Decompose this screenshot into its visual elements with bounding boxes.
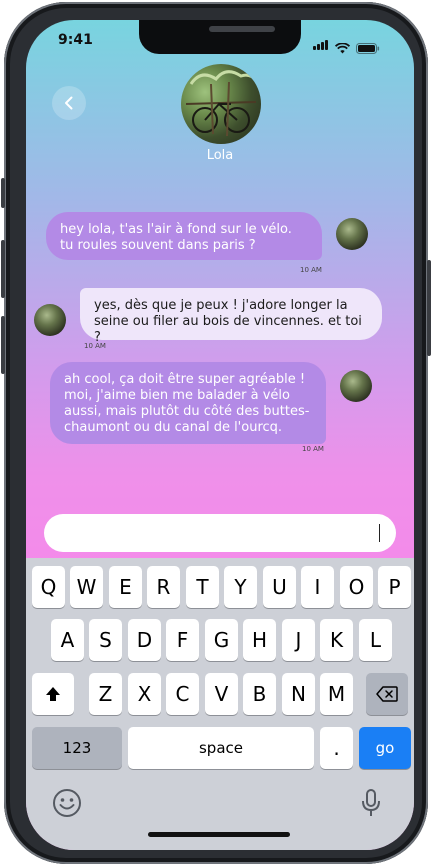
key-y[interactable]: Y — [224, 566, 257, 608]
emoji-button[interactable] — [52, 788, 82, 818]
period-key[interactable]: . — [320, 727, 353, 769]
space-key[interactable]: space — [128, 727, 314, 769]
key-o[interactable]: O — [340, 566, 373, 608]
text-caret — [379, 524, 380, 542]
side-button-volume-up — [1, 240, 5, 298]
battery-icon — [356, 43, 380, 54]
key-k[interactable]: K — [320, 619, 353, 661]
home-indicator[interactable] — [148, 832, 290, 837]
key-i[interactable]: I — [301, 566, 334, 608]
side-button-mute — [1, 178, 5, 208]
key-j[interactable]: J — [282, 619, 315, 661]
key-g[interactable]: G — [205, 619, 238, 661]
emoji-icon — [53, 789, 81, 817]
avatar — [336, 218, 368, 250]
key-m[interactable]: M — [320, 673, 353, 715]
avatar — [340, 370, 372, 402]
contact-avatar[interactable] — [181, 64, 261, 144]
contact-name: Lola — [206, 148, 234, 163]
message-text: hey lola, t'as l'air à fond sur le vélo.… — [60, 222, 292, 253]
signal-icon — [313, 35, 329, 54]
message-bubble-outgoing[interactable]: ah cool, ça doit être super agréable ! m… — [50, 362, 326, 444]
microphone-icon — [362, 789, 380, 816]
key-h[interactable]: H — [243, 619, 276, 661]
status-icons — [313, 35, 380, 54]
chevron-left-icon — [65, 96, 73, 110]
key-e[interactable]: E — [109, 566, 142, 608]
shift-icon — [46, 687, 60, 701]
delete-key[interactable] — [366, 673, 408, 715]
message-bubble-outgoing[interactable]: hey lola, t'as l'air à fond sur le vélo.… — [46, 212, 322, 260]
message-timestamp: 10 AM — [302, 445, 324, 453]
key-x[interactable]: X — [128, 673, 161, 715]
message-text: yes, dès que je peux ! j'adore longer la… — [94, 298, 362, 345]
avatar — [34, 304, 66, 336]
key-d[interactable]: D — [128, 619, 161, 661]
shift-key[interactable] — [32, 673, 74, 715]
side-button-power — [427, 260, 431, 356]
bicycle-photo — [185, 70, 261, 137]
speaker — [209, 26, 275, 32]
key-f[interactable]: F — [166, 619, 199, 661]
message-timestamp: 10 AM — [84, 342, 106, 350]
key-n[interactable]: N — [282, 673, 315, 715]
backspace-icon — [376, 686, 398, 702]
key-v[interactable]: V — [205, 673, 238, 715]
message-input[interactable] — [44, 514, 396, 552]
dictation-button[interactable] — [360, 788, 382, 818]
key-u[interactable]: U — [263, 566, 296, 608]
wifi-icon — [335, 43, 350, 54]
phone-frame: 9:41 Lola hey lola, t'as l'air à fond su… — [1, 2, 431, 864]
key-t[interactable]: T — [186, 566, 219, 608]
key-z[interactable]: Z — [89, 673, 122, 715]
side-button-volume-down — [1, 316, 5, 374]
back-button[interactable] — [52, 86, 86, 120]
key-c[interactable]: C — [166, 673, 199, 715]
key-b[interactable]: B — [243, 673, 276, 715]
go-key[interactable]: go — [359, 727, 411, 769]
key-p[interactable]: P — [378, 566, 411, 608]
message-timestamp: 10 AM — [300, 266, 322, 274]
message-bubble-incoming[interactable]: yes, dès que je peux ! j'adore longer la… — [80, 288, 382, 345]
message-text: ah cool, ça doit être super agréable ! m… — [64, 372, 310, 435]
key-l[interactable]: L — [359, 619, 392, 661]
key-r[interactable]: R — [147, 566, 180, 608]
screen: 9:41 Lola hey lola, t'as l'air à fond su… — [26, 20, 414, 850]
status-time: 9:41 — [58, 32, 93, 48]
numbers-key[interactable]: 123 — [32, 727, 122, 769]
keyboard: Q W E R T Y U I O P A S D F G H J K L Z … — [26, 558, 414, 850]
key-s[interactable]: S — [89, 619, 122, 661]
key-a[interactable]: A — [51, 619, 84, 661]
key-w[interactable]: W — [70, 566, 103, 608]
key-q[interactable]: Q — [32, 566, 65, 608]
